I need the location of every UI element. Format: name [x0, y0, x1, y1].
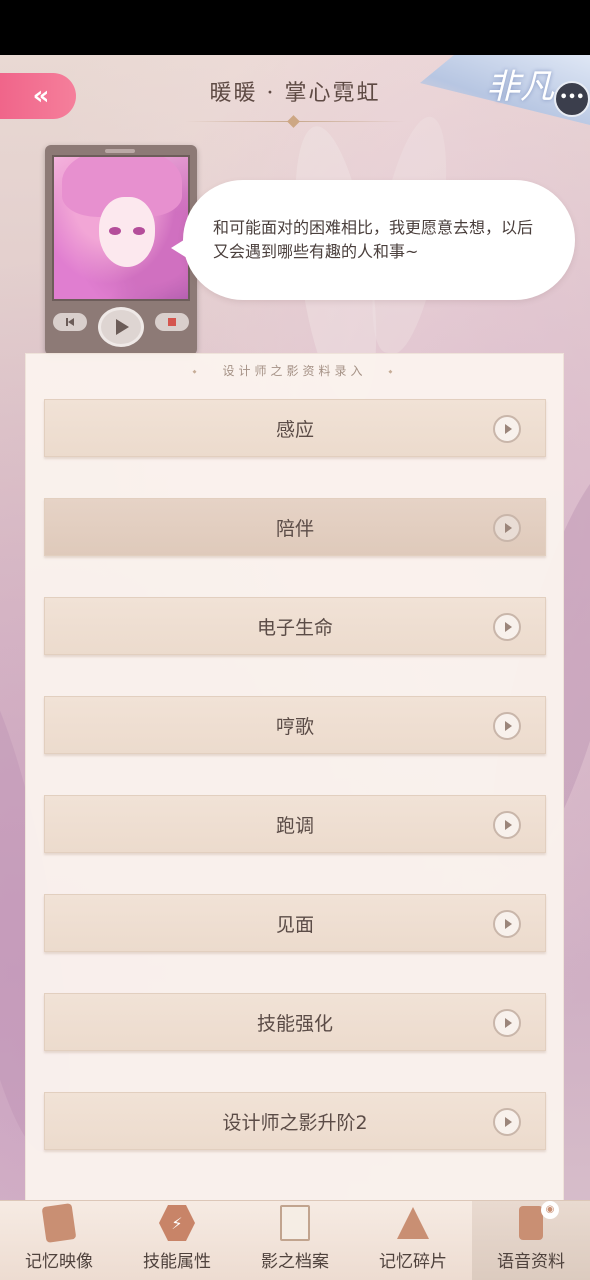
speech-bubble: 和可能面对的困难相比，我更愿意去想，以后又会遇到哪些有趣的人和事~	[171, 180, 575, 300]
play-circle-icon[interactable]	[493, 514, 521, 542]
voice-item-label: 见面	[275, 913, 314, 936]
voice-item-label: 陪伴	[275, 517, 314, 540]
nav-item-voice-data[interactable]: ◉ 语音资料	[472, 1201, 590, 1280]
portrait-eye	[109, 227, 121, 235]
voice-item-label: 电子生命	[256, 616, 333, 639]
play-circle-icon[interactable]	[493, 1009, 521, 1037]
phone-voice-icon: ◉	[513, 1201, 559, 1241]
voice-item-label: 哼歌	[275, 715, 314, 738]
nav-item-skill-attributes[interactable]: ⚡ 技能属性	[118, 1201, 236, 1280]
voice-item-label: 设计师之影升阶2	[222, 1111, 368, 1134]
play-circle-icon[interactable]	[493, 910, 521, 938]
play-circle-icon[interactable]	[493, 1108, 521, 1136]
title-diamond-ornament	[287, 115, 300, 128]
nav-label: 记忆映像	[25, 1252, 93, 1272]
play-circle-icon[interactable]	[493, 712, 521, 740]
voice-item-label: 技能强化	[256, 1012, 333, 1035]
lightning-hex-icon: ⚡	[159, 1205, 195, 1241]
portrait-eye	[133, 227, 145, 235]
panel-title: 设计师之影资料录入	[26, 362, 563, 379]
voice-item[interactable]: 技能强化	[44, 993, 546, 1051]
play-circle-icon[interactable]	[493, 811, 521, 839]
stop-button[interactable]	[155, 313, 189, 331]
play-circle-icon[interactable]	[493, 415, 521, 443]
portrait-face	[99, 197, 155, 267]
nav-label: 语音资料	[497, 1252, 565, 1272]
dress-icon	[395, 1205, 431, 1241]
nav-item-memory-fragments[interactable]: 记忆碎片	[354, 1201, 472, 1280]
voice-item[interactable]: 跑调	[44, 795, 546, 853]
screen: « 暖暖 · 掌心霓虹 非凡 ••• 和可能面对的困难相比，我更愿意去想，以后又…	[0, 55, 590, 1280]
voice-item-label: 跑调	[275, 814, 314, 837]
bottom-nav: 记忆映像 ⚡ 技能属性 影之档案 记忆碎片 ◉ 语音资料	[0, 1200, 590, 1280]
character-portrait	[52, 155, 190, 301]
nav-item-memory-image[interactable]: 记忆映像	[0, 1201, 118, 1280]
voice-item[interactable]: 见面	[44, 894, 546, 952]
nav-label: 记忆碎片	[379, 1252, 447, 1272]
chat-bubble-icon[interactable]: •••	[554, 81, 590, 117]
voice-list: 感应 陪伴 电子生命 哼歌 跑调 见面 技能强化 设计师之影升阶2	[44, 399, 546, 1191]
skip-back-icon	[66, 318, 74, 326]
voice-item-label: 感应	[275, 418, 314, 441]
nav-label: 影之档案	[261, 1252, 329, 1272]
voice-item[interactable]: 感应	[44, 399, 546, 457]
voice-item[interactable]: 陪伴	[44, 498, 546, 556]
rarity-label: 非凡	[486, 67, 554, 107]
voice-list-panel: 设计师之影资料录入 感应 陪伴 电子生命 哼歌 跑调	[25, 353, 564, 1253]
nav-item-shadow-archive[interactable]: 影之档案	[236, 1201, 354, 1280]
document-icon	[277, 1205, 313, 1241]
voice-item[interactable]: 哼歌	[44, 696, 546, 754]
voice-item[interactable]: 电子生命	[44, 597, 546, 655]
device-slot	[105, 149, 135, 153]
stop-icon	[168, 318, 176, 326]
play-circle-icon[interactable]	[493, 613, 521, 641]
play-icon	[116, 319, 129, 335]
nav-label: 技能属性	[143, 1252, 211, 1272]
previous-button[interactable]	[53, 313, 87, 331]
card-icon	[41, 1203, 77, 1243]
play-button[interactable]	[98, 307, 144, 347]
voice-item[interactable]: 设计师之影升阶2	[44, 1092, 546, 1150]
